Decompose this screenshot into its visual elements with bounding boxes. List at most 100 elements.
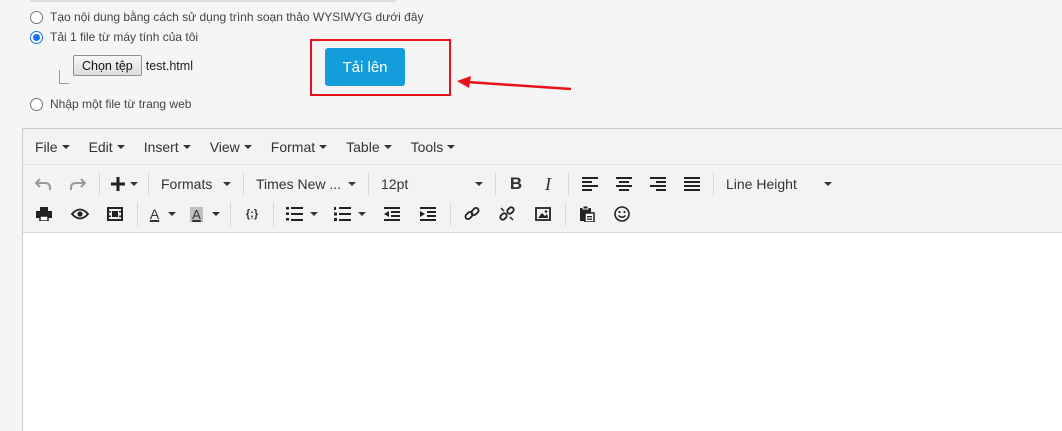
toolbar-separator — [137, 202, 138, 226]
bullet-list-button[interactable] — [278, 201, 326, 227]
annotation-arrow-icon — [457, 76, 572, 91]
option-upload[interactable]: Tải 1 file từ máy tính của tôi — [30, 30, 198, 44]
toolbar-separator — [273, 202, 274, 226]
paste-text-button[interactable] — [570, 201, 604, 227]
formats-dropdown[interactable]: Formats — [153, 171, 239, 197]
option-web[interactable]: Nhập một file từ trang web — [30, 97, 191, 111]
align-justify-icon — [684, 177, 700, 191]
menu-view[interactable]: View — [203, 139, 259, 155]
toolbar-separator — [148, 172, 149, 196]
menu-tools[interactable]: Tools — [404, 139, 463, 155]
choose-file-button[interactable]: Chọn tệp — [73, 55, 142, 76]
font-family-dropdown[interactable]: Times New ... — [248, 171, 364, 197]
eye-icon — [71, 208, 89, 220]
chevron-down-icon — [310, 212, 318, 216]
chevron-down-icon — [243, 144, 252, 149]
align-right-icon — [650, 177, 666, 191]
undo-button[interactable] — [25, 171, 61, 197]
toolbar-separator — [568, 172, 569, 196]
toolbar-separator — [495, 172, 496, 196]
radio-web[interactable] — [30, 97, 43, 111]
toolbar-separator — [99, 172, 100, 196]
align-center-button[interactable] — [607, 171, 641, 197]
editor-content-area[interactable] — [23, 233, 1062, 431]
toolbar-separator — [713, 172, 714, 196]
editor-toolbar: Formats Times New ... 12pt B I Line Heig… — [23, 165, 1062, 233]
outdent-icon — [384, 207, 400, 221]
justify-button[interactable] — [675, 171, 709, 197]
media-button[interactable] — [97, 201, 133, 227]
unlink-button[interactable] — [489, 201, 525, 227]
redo-icon — [70, 178, 86, 190]
toolbar-separator — [368, 172, 369, 196]
menu-insert[interactable]: Insert — [137, 139, 198, 155]
emoticons-button[interactable] — [604, 201, 640, 227]
insert-button[interactable] — [104, 171, 144, 197]
tree-connector — [59, 70, 69, 84]
top-divider — [30, 0, 396, 2]
chevron-down-icon — [211, 212, 220, 216]
bullet-list-icon — [286, 207, 303, 221]
align-right-button[interactable] — [641, 171, 675, 197]
menu-format[interactable]: Format — [264, 139, 334, 155]
chevron-down-icon — [116, 144, 125, 149]
chevron-down-icon — [182, 144, 191, 149]
insert-image-button[interactable] — [525, 201, 561, 227]
outdent-button[interactable] — [374, 201, 410, 227]
preview-button[interactable] — [63, 201, 97, 227]
rich-text-editor: File Edit Insert View Format Table Tools… — [22, 128, 1062, 431]
chevron-down-icon — [61, 144, 70, 149]
chevron-down-icon — [223, 182, 231, 186]
line-height-dropdown[interactable]: Line Height — [718, 171, 840, 197]
option-web-label: Nhập một file từ trang web — [50, 97, 192, 111]
chevron-down-icon — [383, 144, 392, 149]
background-color-button[interactable]: A — [184, 201, 226, 227]
align-center-icon — [616, 177, 632, 191]
film-icon — [107, 207, 123, 221]
undo-icon — [35, 178, 51, 190]
unlink-icon — [499, 206, 515, 221]
align-left-icon — [582, 177, 598, 191]
selected-file-name: test.html — [145, 58, 193, 73]
print-button[interactable] — [25, 201, 63, 227]
chevron-down-icon — [475, 182, 483, 186]
chevron-down-icon — [319, 144, 328, 149]
toolbar-separator — [243, 172, 244, 196]
option-upload-label: Tải 1 file từ máy tính của tôi — [50, 30, 199, 44]
menu-table[interactable]: Table — [339, 139, 398, 155]
insert-link-button[interactable] — [455, 201, 489, 227]
upload-button[interactable]: Tải lên — [325, 48, 405, 86]
menu-file[interactable]: File — [28, 139, 77, 155]
bold-button[interactable]: B — [500, 171, 532, 197]
chevron-down-icon — [447, 144, 456, 149]
numbered-list-icon — [334, 207, 351, 221]
chevron-down-icon — [168, 212, 177, 216]
radio-wysiwyg[interactable] — [30, 10, 43, 24]
chevron-down-icon — [130, 182, 138, 186]
text-color-icon: A — [149, 206, 160, 222]
option-wysiwyg[interactable]: Tạo nội dung bằng cách sử dụng trình soạ… — [30, 10, 423, 24]
code-button[interactable]: {;} — [235, 201, 269, 227]
redo-button[interactable] — [61, 171, 95, 197]
indent-icon — [420, 207, 436, 221]
align-left-button[interactable] — [573, 171, 607, 197]
italic-button[interactable]: I — [532, 171, 564, 197]
indent-button[interactable] — [410, 201, 446, 227]
menu-edit[interactable]: Edit — [82, 139, 132, 155]
numbered-list-button[interactable] — [326, 201, 374, 227]
toolbar-separator — [450, 202, 451, 226]
chevron-down-icon — [824, 182, 832, 186]
paste-icon — [580, 206, 595, 222]
radio-upload[interactable] — [30, 30, 43, 44]
image-icon — [535, 207, 551, 221]
text-color-button[interactable]: A — [142, 201, 184, 227]
file-input: Chọn tệp test.html — [73, 55, 193, 76]
chevron-down-icon — [348, 182, 356, 186]
chevron-down-icon — [358, 212, 366, 216]
print-icon — [36, 207, 52, 221]
font-size-dropdown[interactable]: 12pt — [373, 171, 491, 197]
background-color-icon: A — [190, 206, 203, 222]
toolbar-separator — [565, 202, 566, 226]
plus-icon — [111, 177, 125, 191]
toolbar-separator — [230, 202, 231, 226]
